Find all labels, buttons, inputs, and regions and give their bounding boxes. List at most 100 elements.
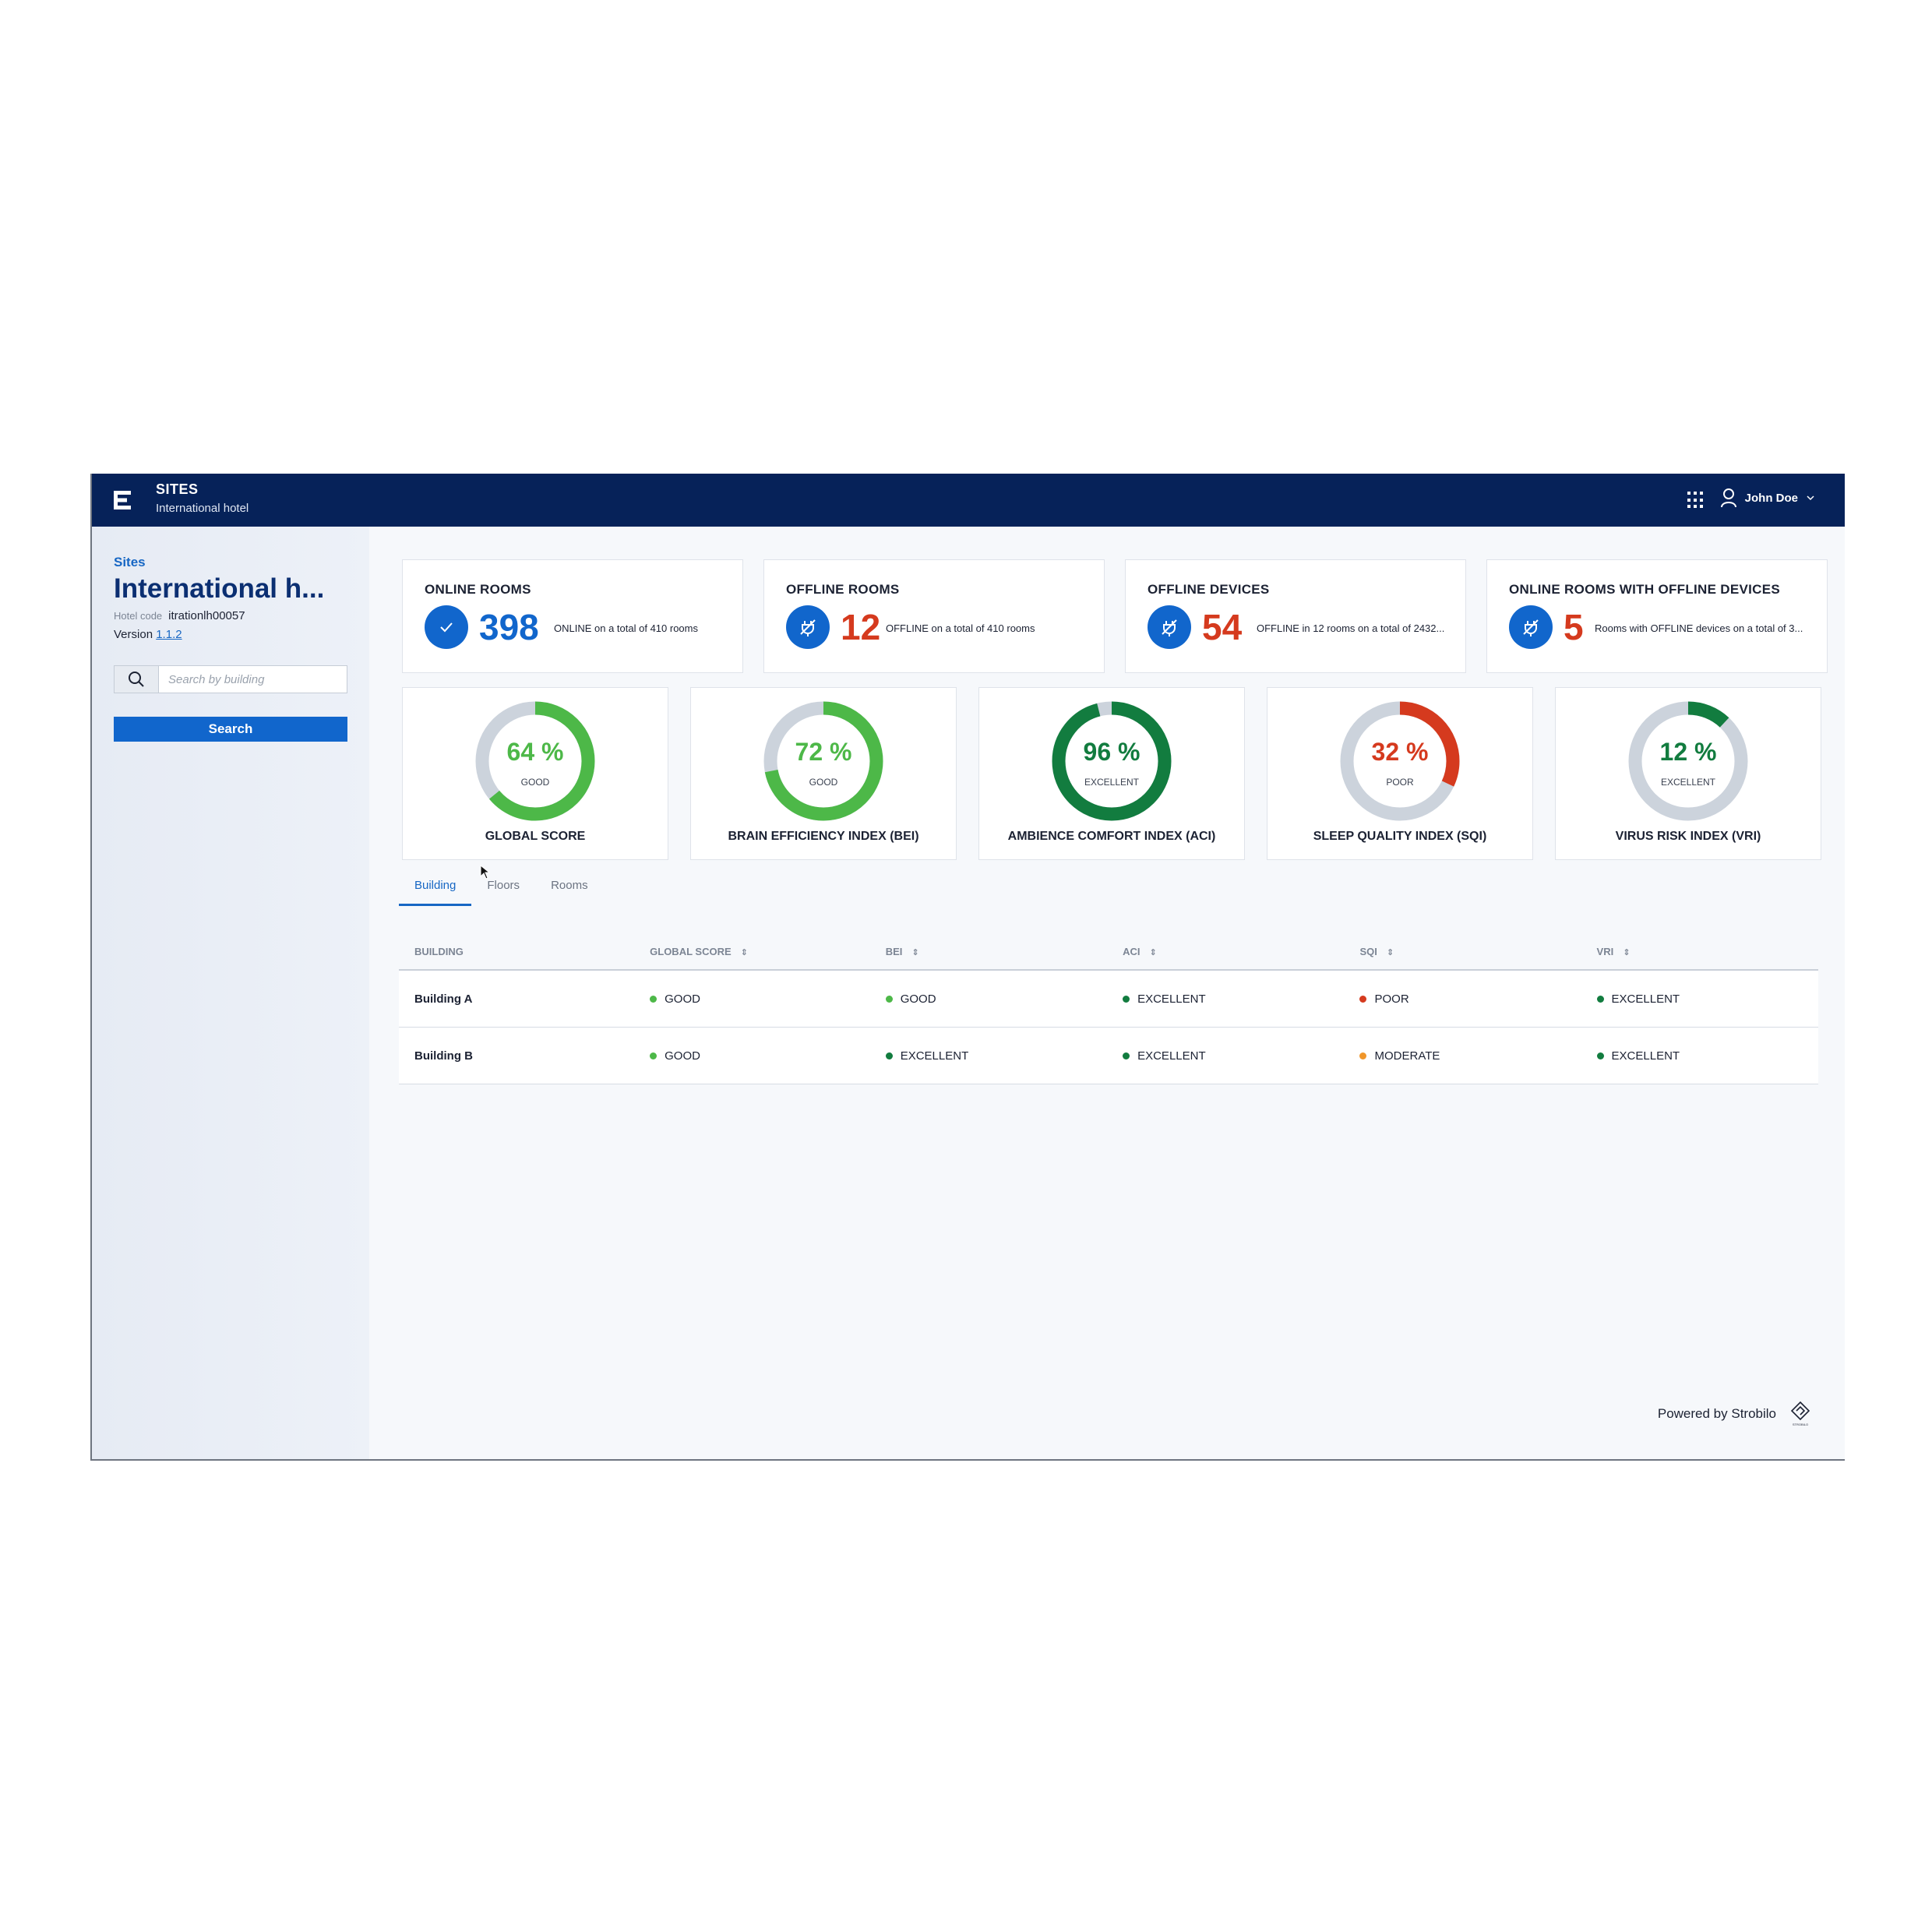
table-header-row: BUILDING GLOBAL SCORE ⇕ BEI ⇕ ACI ⇕ SQI ⇕ VR… [399,933,1818,971]
gauge-card-vri[interactable]: 12 % EXCELLENT VIRUS RISK INDEX (VRI) [1555,687,1821,860]
status-label: GOOD [900,992,936,1006]
status-cell: GOOD [634,1027,870,1084]
score-gauge: 96 % EXCELLENT [1051,700,1172,822]
sort-icon[interactable]: ⇕ [1623,948,1630,957]
stat-description: OFFLINE on a total of 410 rooms [886,622,1035,634]
hotel-code-value: itrationlh00057 [168,609,245,622]
stat-card-online-rooms-offline-devices[interactable]: ONLINE ROOMS WITH OFFLINE DEVICES 5 Room… [1486,559,1828,673]
app-title: SITES [156,481,199,497]
chevron-down-icon [1807,495,1814,501]
gauge-card-global-score[interactable]: 64 % GOOD GLOBAL SCORE [402,687,668,860]
sort-icon[interactable]: ⇕ [1387,948,1394,957]
gauge-value: 96 % [1083,738,1141,766]
column-header-sqi[interactable]: SQI ⇕ [1344,933,1581,971]
status-dot [1596,996,1604,1003]
stat-card-online-rooms[interactable]: ONLINE ROOMS 398 ONLINE on a total of 41… [402,559,743,673]
status-cell: EXCELLENT [1581,970,1818,1028]
user-name: John Doe [1744,491,1798,505]
table-row[interactable]: Building A GOOD GOOD EXCELLENT POOR EXCE… [399,970,1818,1028]
page-title: International h... [114,573,325,604]
tab-rooms[interactable]: Rooms [551,879,588,906]
footer: Powered by Strobilo STROBILO [1658,1401,1812,1427]
unplugged-icon [1509,605,1553,649]
search-input[interactable] [159,666,347,693]
status-cell: POOR [1344,970,1581,1028]
score-gauge: 64 % GOOD [474,700,596,822]
stat-title: ONLINE ROOMS WITH OFFLINE DEVICES [1509,582,1781,597]
column-header-label: BEI [885,945,903,957]
apps-grid-icon[interactable] [1687,492,1705,509]
column-header-label: GLOBAL SCORE [650,945,732,957]
score-gauge: 12 % EXCELLENT [1627,700,1749,822]
column-header-global-score[interactable]: GLOBAL SCORE ⇕ [634,933,870,971]
breadcrumb[interactable]: Sites [114,555,146,570]
status-cell: GOOD [634,970,870,1028]
status-cell: MODERATE [1344,1027,1581,1084]
hotel-code-label: Hotel code [114,610,163,622]
column-header-label: VRI [1596,945,1614,957]
tab-floors[interactable]: Floors [487,879,520,906]
status-label: EXCELLENT [1611,992,1680,1006]
sort-icon[interactable]: ⇕ [741,948,748,957]
gauge-title: GLOBAL SCORE [485,830,586,843]
gauge-value: 64 % [506,738,564,766]
powered-by-text: Powered by Strobilo [1657,1406,1776,1421]
search-icon[interactable] [115,666,159,693]
sort-icon[interactable]: ⇕ [1149,948,1156,957]
app-logo-icon[interactable] [112,489,134,511]
gauge-value: 32 % [1371,738,1429,766]
sort-icon[interactable]: ⇕ [911,948,918,957]
stat-title: ONLINE ROOMS [425,582,531,597]
gauge-rating: POOR [1386,777,1414,788]
status-label: GOOD [665,1049,700,1063]
buildings-table: BUILDING GLOBAL SCORE ⇕ BEI ⇕ ACI ⇕ SQI ⇕ VR… [399,933,1818,1084]
gauge-title: VIRUS RISK INDEX (VRI) [1615,830,1761,843]
gauge-title: BRAIN EFFICIENCY INDEX (BEI) [728,830,919,843]
user-menu[interactable]: John Doe [1720,488,1815,508]
version: Version 1.1.2 [114,628,182,641]
version-link[interactable]: 1.1.2 [156,628,182,641]
status-cell: EXCELLENT [1107,1027,1345,1084]
top-bar: SITES International hotel John Doe [92,474,1845,527]
status-dot [1123,1052,1130,1060]
score-gauge: 72 % GOOD [763,700,884,822]
status-label: POOR [1374,992,1409,1006]
stat-card-offline-devices[interactable]: OFFLINE DEVICES 54 OFFLINE in 12 rooms o… [1125,559,1466,673]
gauge-card-aci[interactable]: 96 % EXCELLENT AMBIENCE COMFORT INDEX (AC… [978,687,1245,860]
column-header-label: ACI [1123,945,1141,957]
status-label: EXCELLENT [1611,1049,1680,1063]
app-window: SITES International hotel John Doe Sites… [90,474,1845,1461]
status-dot [885,1052,893,1060]
check-icon [425,605,468,649]
column-header-building[interactable]: BUILDING [399,933,635,971]
status-dot [650,996,658,1003]
stat-title: OFFLINE DEVICES [1148,582,1270,597]
stat-value: 54 [1202,607,1243,647]
stat-title: OFFLINE ROOMS [786,582,900,597]
stat-description: Rooms with OFFLINE devices on a total of… [1595,622,1803,634]
table-row[interactable]: Building B GOOD EXCELLENT EXCELLENT MODE… [399,1027,1818,1084]
building-name: Building A [399,970,635,1028]
status-label: EXCELLENT [900,1049,969,1063]
column-header-vri[interactable]: VRI ⇕ [1581,933,1818,971]
app-subtitle: International hotel [156,502,249,515]
strobilo-logo-icon[interactable]: STROBILO [1789,1401,1812,1427]
gauge-card-sqi[interactable]: 32 % POOR SLEEP QUALITY INDEX (SQI) [1267,687,1533,860]
gauge-value: 12 % [1659,738,1717,766]
search-button[interactable]: Search [114,717,347,742]
status-dot [650,1052,658,1060]
status-label: MODERATE [1374,1049,1440,1063]
gauge-rating: GOOD [520,777,550,788]
column-header-bei[interactable]: BEI ⇕ [869,933,1108,971]
stat-card-offline-rooms[interactable]: OFFLINE ROOMS 12 OFFLINE on a total of 4… [763,559,1105,673]
stat-description: OFFLINE in 12 rooms on a total of 2432..… [1257,622,1445,634]
tab-building[interactable]: Building [399,879,472,906]
gauge-value: 72 % [795,738,852,766]
gauge-card-bei[interactable]: 72 % GOOD BRAIN EFFICIENCY INDEX (BEI) [690,687,957,860]
status-cell: EXCELLENT [1107,970,1345,1028]
column-header-aci[interactable]: ACI ⇕ [1107,933,1345,971]
gauge-rating: GOOD [809,777,838,788]
stat-value: 398 [479,607,539,647]
status-dot [1359,996,1367,1003]
status-dot [1596,1052,1604,1060]
